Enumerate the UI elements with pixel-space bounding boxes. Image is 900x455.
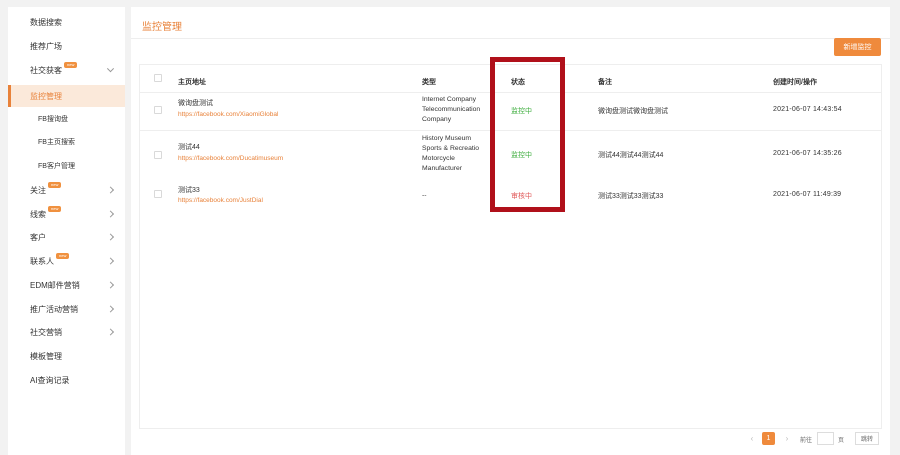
type-line: -- (422, 192, 427, 199)
sidebar-item-label: FB主页搜索 (38, 139, 75, 146)
row-checkbox[interactable] (154, 151, 162, 159)
monitor-table: 主页地址 类型 状态 备注 创建时间/操作 微询盘测试 https://face… (139, 64, 882, 429)
row-note: 微询盘测试微询盘测试 (598, 108, 668, 115)
sidebar-item-recommend-square[interactable]: 推荐广场 (8, 35, 125, 57)
chevron-right-icon (106, 186, 115, 194)
sidebar-item-label: 联系人 (30, 256, 54, 266)
row-url-link[interactable]: https://facebook.com/Ducatimuseum (178, 155, 283, 162)
row-url-link[interactable]: https://facebook.com/XiaomiGlobal (178, 111, 278, 118)
chevron-right-icon (106, 305, 115, 313)
row-name: 微询盘测试 (178, 100, 213, 107)
status-badge: 监控中 (511, 152, 532, 159)
row-time: 2021-06-07 11:49:39 (773, 191, 842, 198)
sidebar-item-follow[interactable]: 关注 new (8, 179, 125, 201)
row-type: History Museum Sports & Recreatio Motorc… (422, 134, 492, 174)
row-type: Internet Company Telecommunication Compa… (422, 95, 492, 125)
sidebar-item-leads[interactable]: 线索 new (8, 203, 125, 225)
table-row: 微询盘测试 https://facebook.com/XiaomiGlobal … (140, 93, 881, 130)
goto-label: 前往 (800, 438, 813, 444)
sidebar-item-customers[interactable]: 客户 (8, 226, 125, 248)
page-unit-label: 页 (838, 438, 845, 444)
sidebar: 数据搜索 推荐广场 社交获客 new 监控管理 FB搜询盘 FB主页搜索 FB客户… (8, 7, 125, 455)
sidebar-item-fb-inquiry[interactable]: FB搜询盘 (8, 108, 125, 130)
page-number-current[interactable]: 1 (762, 432, 775, 445)
table-row: 测试33 https://facebook.com/JustDial -- 审核… (140, 179, 881, 213)
sidebar-item-social-marketing[interactable]: 社交营销 (8, 321, 125, 343)
page-title: 监控管理 (142, 22, 182, 33)
type-line: Manufacturer (422, 165, 463, 172)
divider (131, 38, 890, 39)
sidebar-item-template-management[interactable]: 模板管理 (8, 345, 125, 367)
main-panel: 监控管理 新增监控 主页地址 类型 状态 备注 创建时间/操作 微询盘测试 ht… (131, 7, 890, 455)
chevron-right-icon (106, 257, 115, 265)
sidebar-item-label: 社交获客 (30, 65, 62, 75)
new-badge: new (48, 182, 62, 188)
sidebar-item-ai-query-records[interactable]: AI查询记录 (8, 369, 125, 391)
type-line: Motorcycle (422, 155, 455, 162)
sidebar-item-campaign-marketing[interactable]: 推广活动营销 (8, 298, 125, 320)
type-line: Telecommunication (422, 106, 481, 113)
chevron-right-icon (106, 281, 115, 289)
sidebar-item-label: 线索 (30, 209, 46, 219)
sidebar-item-label: 监控管理 (30, 91, 62, 101)
sidebar-item-label: 关注 (30, 185, 46, 195)
sidebar-item-label: 推广活动营销 (30, 304, 78, 314)
sidebar-item-label: 社交营销 (30, 327, 62, 337)
jump-button[interactable]: 跳转 (855, 432, 879, 445)
chevron-right-icon (106, 328, 115, 336)
sidebar-item-label: 模板管理 (30, 351, 62, 361)
table-row: 测试44 https://facebook.com/Ducatimuseum H… (140, 131, 881, 179)
sidebar-item-edm-marketing[interactable]: EDM邮件营销 (8, 274, 125, 296)
row-note: 测试44测试44测试44 (598, 152, 664, 159)
type-line: History Museum (422, 135, 472, 142)
sidebar-item-label: FB客户管理 (38, 163, 75, 170)
row-checkbox[interactable] (154, 190, 162, 198)
row-name: 测试33 (178, 187, 200, 194)
prev-page-button[interactable]: ‹ (746, 433, 758, 445)
column-header-note: 备注 (598, 79, 612, 86)
row-type: -- (422, 191, 492, 201)
type-line: Sports & Recreatio (422, 145, 480, 152)
row-note: 测试33测试33测试33 (598, 193, 664, 200)
new-badge: new (48, 206, 62, 212)
add-monitor-button[interactable]: 新增监控 (834, 38, 881, 56)
column-header-status: 状态 (511, 79, 525, 86)
page-jump-input[interactable] (817, 432, 834, 445)
sidebar-item-data-search[interactable]: 数据搜索 (8, 11, 125, 33)
row-time: 2021-06-07 14:43:54 (773, 106, 842, 113)
select-all-checkbox[interactable] (154, 74, 162, 82)
row-time: 2021-06-07 14:35:26 (773, 150, 842, 157)
sidebar-item-label: 数据搜索 (30, 17, 62, 27)
sidebar-item-contacts[interactable]: 联系人 new (8, 250, 125, 272)
new-badge: new (56, 253, 70, 259)
type-line: Company (422, 116, 452, 123)
sidebar-item-label: 客户 (30, 232, 46, 242)
new-badge: new (64, 62, 78, 68)
sidebar-item-label: AI查询记录 (30, 375, 70, 385)
sidebar-item-fb-page-search[interactable]: FB主页搜索 (8, 131, 125, 153)
sidebar-item-label: 推荐广场 (30, 41, 62, 51)
sidebar-item-fb-customer[interactable]: FB客户管理 (8, 155, 125, 177)
status-badge: 监控中 (511, 108, 532, 115)
row-checkbox[interactable] (154, 106, 162, 114)
row-url-link[interactable]: https://facebook.com/JustDial (178, 197, 263, 204)
row-name: 测试44 (178, 144, 200, 151)
sidebar-item-social-acquisition[interactable]: 社交获客 new (8, 59, 125, 81)
status-badge: 审核中 (511, 193, 532, 200)
chevron-down-icon (106, 65, 115, 73)
chevron-right-icon (106, 233, 115, 241)
next-page-button[interactable]: › (781, 433, 793, 445)
column-header-url: 主页地址 (178, 79, 206, 86)
column-header-time: 创建时间/操作 (773, 79, 817, 86)
chevron-right-icon (106, 210, 115, 218)
column-header-type: 类型 (422, 79, 436, 86)
type-line: Internet Company (422, 96, 477, 103)
sidebar-item-label: EDM邮件营销 (30, 280, 80, 290)
sidebar-item-label: FB搜询盘 (38, 116, 68, 123)
sidebar-item-monitor-management[interactable]: 监控管理 (8, 85, 125, 107)
